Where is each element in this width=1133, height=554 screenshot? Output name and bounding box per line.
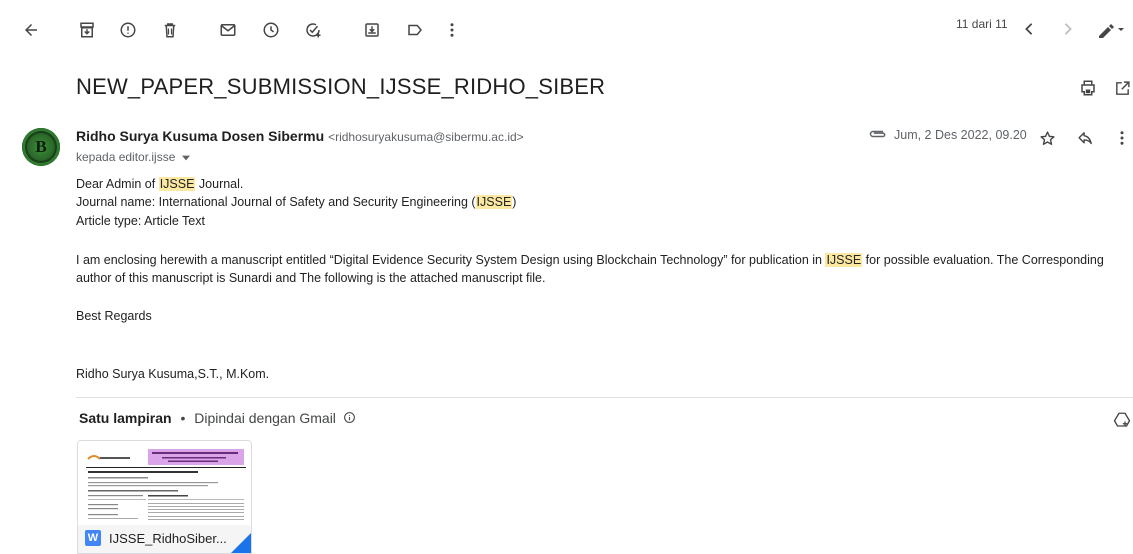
input-tools-icon[interactable] bbox=[1096, 20, 1126, 40]
email-subject: NEW_PAPER_SUBMISSION_IJSSE_RIDHO_SIBER bbox=[76, 74, 606, 99]
add-task-icon[interactable] bbox=[303, 20, 323, 40]
add-to-drive-icon[interactable] bbox=[1112, 410, 1132, 430]
word-doc-icon: W bbox=[85, 530, 101, 546]
body-paragraph-line-2: author of this manuscript is Sunardi and… bbox=[76, 271, 546, 285]
attachment-clip-icon bbox=[868, 126, 888, 142]
attachment-card[interactable]: W IJSSE_RidhoSiber... bbox=[77, 440, 252, 554]
body-signature: Ridho Surya Kusuma,S.T., M.Kom. bbox=[76, 367, 270, 381]
older-chevron-icon[interactable] bbox=[1061, 20, 1075, 38]
message-counter: 11 dari 11 bbox=[956, 17, 1008, 31]
attachment-footer: W IJSSE_RidhoSiber... bbox=[78, 525, 251, 553]
delete-icon[interactable] bbox=[160, 20, 180, 40]
more-vert-icon[interactable] bbox=[446, 20, 458, 40]
sender-email: <ridhosuryakusuma@sibermu.ac.id> bbox=[328, 130, 524, 144]
recipient-text: kepada editor.ijsse bbox=[76, 150, 176, 164]
attachments-scanned-text: Dipindai dengan Gmail bbox=[194, 410, 336, 426]
body-line-greeting: Dear Admin of IJSSE Journal. bbox=[76, 177, 244, 191]
attachments-divider bbox=[76, 397, 1133, 398]
attachments-header: Satu lampiran • Dipindai dengan Gmail bbox=[79, 410, 356, 426]
info-icon[interactable] bbox=[343, 411, 356, 424]
recipient-line[interactable]: kepada editor.ijsse bbox=[76, 150, 190, 164]
attachment-file-name: IJSSE_RidhoSiber... bbox=[109, 531, 227, 546]
search-highlight: IJSSE bbox=[475, 195, 513, 209]
body-regards: Best Regards bbox=[76, 309, 152, 323]
body-line-journal-name: Journal name: International Journal of S… bbox=[76, 195, 517, 209]
print-icon[interactable] bbox=[1078, 78, 1098, 98]
star-icon[interactable] bbox=[1037, 128, 1057, 148]
newer-chevron-icon[interactable] bbox=[1022, 20, 1036, 38]
snooze-icon[interactable] bbox=[261, 20, 281, 40]
search-highlight: IJSSE bbox=[825, 253, 863, 267]
attachment-corner-fold bbox=[231, 533, 251, 553]
email-date: Jum, 2 Des 2022, 09.20 bbox=[894, 128, 1027, 142]
archive-icon[interactable] bbox=[77, 20, 97, 40]
avatar-letter: B bbox=[35, 137, 47, 156]
back-arrow-icon[interactable] bbox=[22, 20, 40, 40]
sender-avatar[interactable]: B bbox=[22, 128, 60, 166]
attachments-separator: • bbox=[180, 410, 186, 426]
body-paragraph-line-1: I am enclosing herewith a manuscript ent… bbox=[76, 253, 1104, 267]
label-icon[interactable] bbox=[405, 20, 425, 40]
attachments-count: Satu lampiran bbox=[79, 410, 172, 426]
body-line-article-type: Article type: Article Text bbox=[76, 214, 205, 228]
attachment-thumbnail bbox=[78, 441, 251, 525]
recipient-dropdown-icon[interactable] bbox=[181, 155, 190, 161]
report-spam-icon[interactable] bbox=[118, 20, 138, 40]
move-to-icon[interactable] bbox=[362, 20, 382, 40]
mark-unread-icon[interactable] bbox=[218, 20, 238, 40]
reply-icon[interactable] bbox=[1075, 128, 1095, 148]
open-in-new-window-icon[interactable] bbox=[1112, 78, 1132, 98]
message-more-icon[interactable] bbox=[1116, 128, 1128, 148]
sender-name[interactable]: Ridho Surya Kusuma Dosen Sibermu bbox=[76, 128, 324, 144]
sender-line: Ridho Surya Kusuma Dosen Sibermu <ridhos… bbox=[76, 128, 524, 144]
search-highlight: IJSSE bbox=[158, 177, 196, 191]
